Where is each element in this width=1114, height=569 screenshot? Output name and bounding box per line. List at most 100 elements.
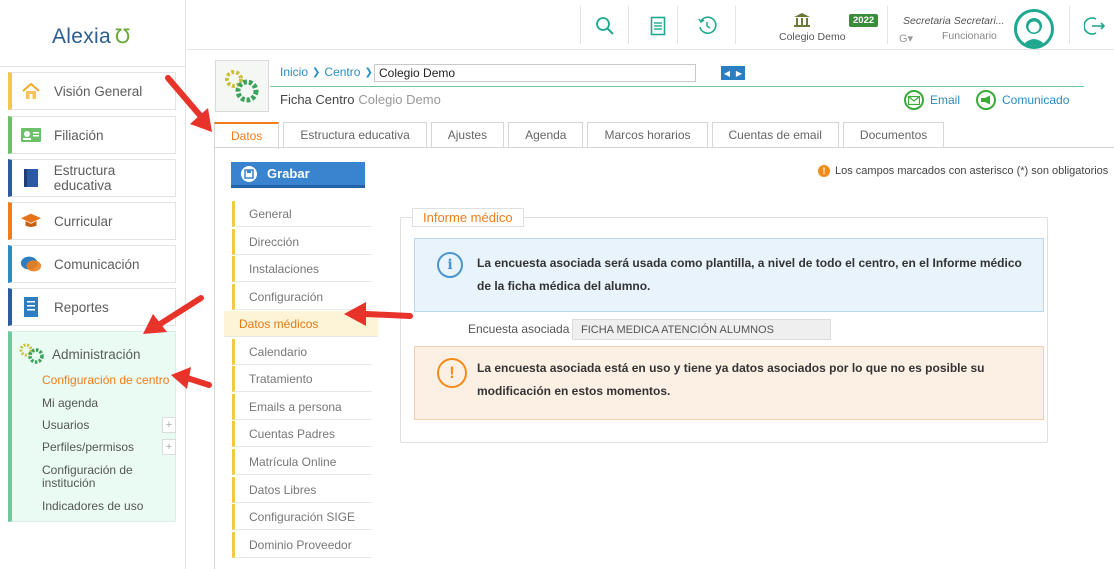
book-icon (20, 167, 42, 189)
save-button[interactable]: Grabar (231, 162, 365, 188)
sidebar-item-curricular[interactable]: Curricular (8, 202, 176, 240)
gears-icon (18, 342, 46, 367)
submenu-item-cuentas-padres[interactable]: Cuentas Padres (232, 421, 372, 447)
search-icon[interactable] (592, 13, 618, 39)
submenu-item-datos-libres[interactable]: Datos Libres (232, 477, 372, 503)
notes-icon[interactable] (645, 13, 671, 39)
centro-name[interactable]: Colegio Demo (779, 31, 846, 43)
page-title: Ficha Centro Colegio Demo (280, 92, 441, 107)
tab-bar: Datos Estructura educativa Ajustes Agend… (214, 122, 948, 149)
submenu-item-matricula-online[interactable]: Matrícula Online (232, 449, 372, 475)
divider (0, 66, 186, 67)
id-card-icon (20, 124, 42, 146)
house-icon (20, 80, 42, 102)
sidebar-item-label: Estructura educativa (53, 163, 116, 193)
centro-search-input[interactable]: Colegio Demo (374, 64, 696, 82)
save-icon (241, 165, 257, 182)
school-building-icon[interactable] (789, 7, 815, 33)
tab-marcos-horarios[interactable]: Marcos horarios (587, 122, 708, 147)
sidebar-subitem-indicadores-uso[interactable]: Indicadores de uso (42, 500, 143, 513)
prev-next-nav[interactable]: ◀ ▶ (721, 66, 745, 80)
mandatory-note: ! Los campos marcados con asterisco (*) … (818, 165, 1108, 177)
user-name[interactable]: Secretaria Secretari... (903, 15, 1005, 27)
informe-medico-legend: Informe médico (412, 208, 524, 227)
report-document-icon (20, 296, 42, 318)
sidebar-item-label: Administración (52, 347, 141, 362)
tab-documentos[interactable]: Documentos (842, 122, 945, 147)
divider (1069, 6, 1070, 44)
user-g-selector[interactable]: G▾ (899, 32, 913, 45)
sidebar-subitem-configuracion-institucion[interactable]: Configuración de institución (42, 464, 152, 490)
tab-ajustes[interactable]: Ajustes (430, 122, 505, 147)
sidebar-item-label: Curricular (54, 213, 113, 229)
sidebar-item-label: Reportes (54, 299, 109, 315)
submenu-item-calendario[interactable]: Calendario (232, 339, 372, 365)
submenu-item-configuracion-sige[interactable]: Configuración SIGE (232, 504, 372, 530)
sidebar-item-reportes[interactable]: Reportes (8, 288, 176, 326)
arrow-left-icon[interactable]: ◀ (724, 69, 730, 78)
email-button[interactable]: Email (904, 90, 960, 110)
encuesta-label: Encuesta asociada : (468, 322, 577, 336)
submenu-item-emails-persona[interactable]: Emails a persona (232, 394, 372, 420)
submenu-item-datos-medicos[interactable]: Datos médicos (224, 311, 378, 337)
sidebar: Alexia ℧ Visión General Filiación Estruct… (0, 0, 186, 569)
warning-message: ! La encuesta asociada está en uso y tie… (414, 346, 1044, 420)
history-icon[interactable] (694, 13, 720, 39)
sidebar-item-label: Comunicación (54, 256, 140, 272)
divider (580, 6, 581, 44)
expand-usuarios-button[interactable]: + (162, 417, 176, 433)
submenu-item-configuracion[interactable]: Configuración (232, 284, 372, 310)
submenu-item-general[interactable]: General (232, 201, 372, 227)
logo-mark-icon: ℧ (115, 26, 131, 48)
top-bar: Colegio Demo 2022 Secretaria Secretari..… (187, 0, 1114, 50)
sidebar-subitem-perfiles-permisos[interactable]: Perfiles/permisos (42, 441, 134, 454)
submenu-item-tratamiento[interactable]: Tratamiento (232, 366, 372, 392)
divider (628, 6, 629, 44)
divider (677, 6, 678, 44)
info-icon: i (437, 252, 463, 278)
tab-cuentas-email[interactable]: Cuentas de email (711, 122, 839, 147)
chevron-right-icon: ❯ (364, 66, 373, 78)
sidebar-subitem-configuracion-centro[interactable]: Configuración de centro (42, 374, 169, 387)
sidebar-item-filiacion[interactable]: Filiación (8, 116, 176, 154)
submenu-item-instalaciones[interactable]: Instalaciones (232, 256, 372, 282)
info-text: La encuesta asociada será usada como pla… (477, 256, 1022, 293)
avatar[interactable] (1014, 9, 1054, 49)
admin-header[interactable]: Administración (18, 342, 141, 367)
sidebar-subitem-mi-agenda[interactable]: Mi agenda (42, 397, 98, 410)
arrow-right-icon[interactable]: ▶ (736, 69, 742, 78)
sidebar-item-comunicacion[interactable]: Comunicación (8, 245, 176, 283)
alert-icon: ! (818, 165, 830, 177)
sidebar-item-vision-general[interactable]: Visión General (8, 72, 176, 110)
breadcrumb-inicio[interactable]: Inicio (280, 65, 308, 79)
chevron-right-icon: ❯ (312, 66, 321, 78)
centro-gears-icon (215, 60, 269, 112)
chat-bubbles-icon (20, 253, 42, 275)
breadcrumb-centro[interactable]: Centro (324, 65, 360, 79)
warning-text: La encuesta asociada está en uso y tiene… (477, 361, 985, 398)
sidebar-item-administracion: Administración Configuración de centro M… (8, 331, 176, 522)
breadcrumb: Inicio ❯ Centro ❯ (280, 65, 373, 79)
info-message: i La encuesta asociada será usada como p… (414, 238, 1044, 312)
tab-estructura-educativa[interactable]: Estructura educativa (283, 122, 427, 147)
page-subtitle: Colegio Demo (358, 92, 441, 107)
sidebar-subitem-usuarios[interactable]: Usuarios (42, 419, 89, 432)
submenu-item-dominio-proveedor[interactable]: Dominio Proveedor (232, 532, 372, 558)
tab-agenda[interactable]: Agenda (508, 122, 584, 147)
warning-icon: ! (437, 358, 467, 388)
year-badge[interactable]: 2022 (849, 14, 879, 27)
tab-datos[interactable]: Datos (214, 122, 280, 149)
user-role: Funcionario (942, 30, 997, 42)
graduation-cap-icon (20, 210, 42, 232)
expand-perfiles-button[interactable]: + (162, 439, 176, 455)
submenu-item-direccion[interactable]: Dirección (232, 229, 372, 255)
sidebar-item-label: Filiación (54, 127, 104, 143)
divider (270, 86, 1084, 87)
divider (887, 6, 888, 44)
comunicado-button[interactable]: Comunicado (976, 90, 1069, 110)
email-icon (904, 90, 924, 110)
logout-icon[interactable] (1082, 13, 1108, 39)
sidebar-item-estructura-educativa[interactable]: Estructura educativa (8, 159, 176, 197)
app-logo[interactable]: Alexia ℧ (52, 24, 131, 49)
sidebar-item-label: Visión General (54, 83, 143, 99)
